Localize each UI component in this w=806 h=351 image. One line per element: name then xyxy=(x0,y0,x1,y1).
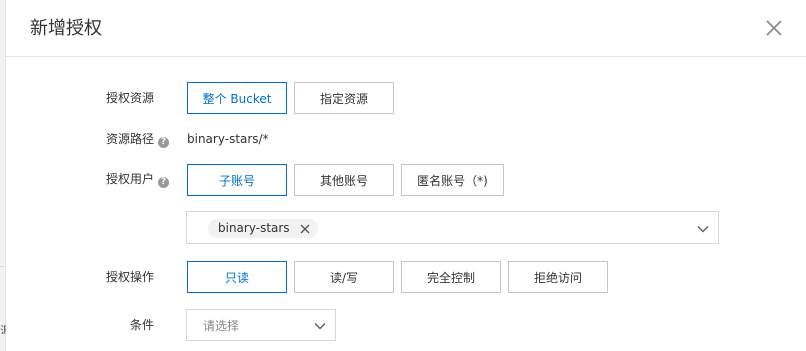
condition-placeholder: 请选择 xyxy=(203,319,240,333)
operation-option-full-control[interactable]: 完全控制 xyxy=(401,261,501,293)
resource-option-specified[interactable]: 指定资源 xyxy=(294,82,394,114)
resource-path-value: binary-stars/* xyxy=(187,132,269,146)
dialog-title: 新增授权 xyxy=(30,18,102,39)
user-option-anonymous[interactable]: 匿名账号（*) xyxy=(401,164,504,196)
path-label: 资源路径 xyxy=(106,132,155,146)
operation-option-read-only[interactable]: 只读 xyxy=(187,261,287,293)
user-multi-select[interactable]: binary-stars xyxy=(186,211,719,244)
close-button[interactable] xyxy=(764,18,784,38)
path-label-row: 资源路径? xyxy=(106,131,170,148)
add-authorization-dialog: 新增授权 授权资源 整个 Bucket 指定资源 资源路径? binary-st… xyxy=(6,0,806,351)
remove-tag-icon[interactable] xyxy=(300,224,310,234)
help-icon[interactable]: ? xyxy=(158,177,170,188)
user-option-sub-account[interactable]: 子账号 xyxy=(187,164,287,196)
chevron-down-icon xyxy=(314,322,326,330)
selected-user-tag: binary-stars xyxy=(208,219,318,238)
user-option-other-account[interactable]: 其他账号 xyxy=(294,164,394,196)
user-label-row: 授权用户? xyxy=(106,171,170,188)
operation-option-read-write[interactable]: 读/写 xyxy=(294,261,394,293)
operation-option-deny-access[interactable]: 拒绝访问 xyxy=(508,261,608,293)
user-label: 授权用户 xyxy=(106,172,155,186)
tag-label: binary-stars xyxy=(218,221,290,235)
condition-select[interactable]: 请选择 xyxy=(186,309,336,341)
condition-label: 条件 xyxy=(130,318,155,332)
resource-option-whole-bucket[interactable]: 整个 Bucket xyxy=(187,82,287,114)
chevron-down-icon[interactable] xyxy=(696,222,710,236)
help-icon[interactable]: ? xyxy=(158,137,170,148)
operation-label: 授权操作 xyxy=(106,270,155,284)
dialog-header: 新增授权 xyxy=(6,0,806,57)
close-icon xyxy=(766,20,782,36)
resource-label: 授权资源 xyxy=(106,91,155,105)
